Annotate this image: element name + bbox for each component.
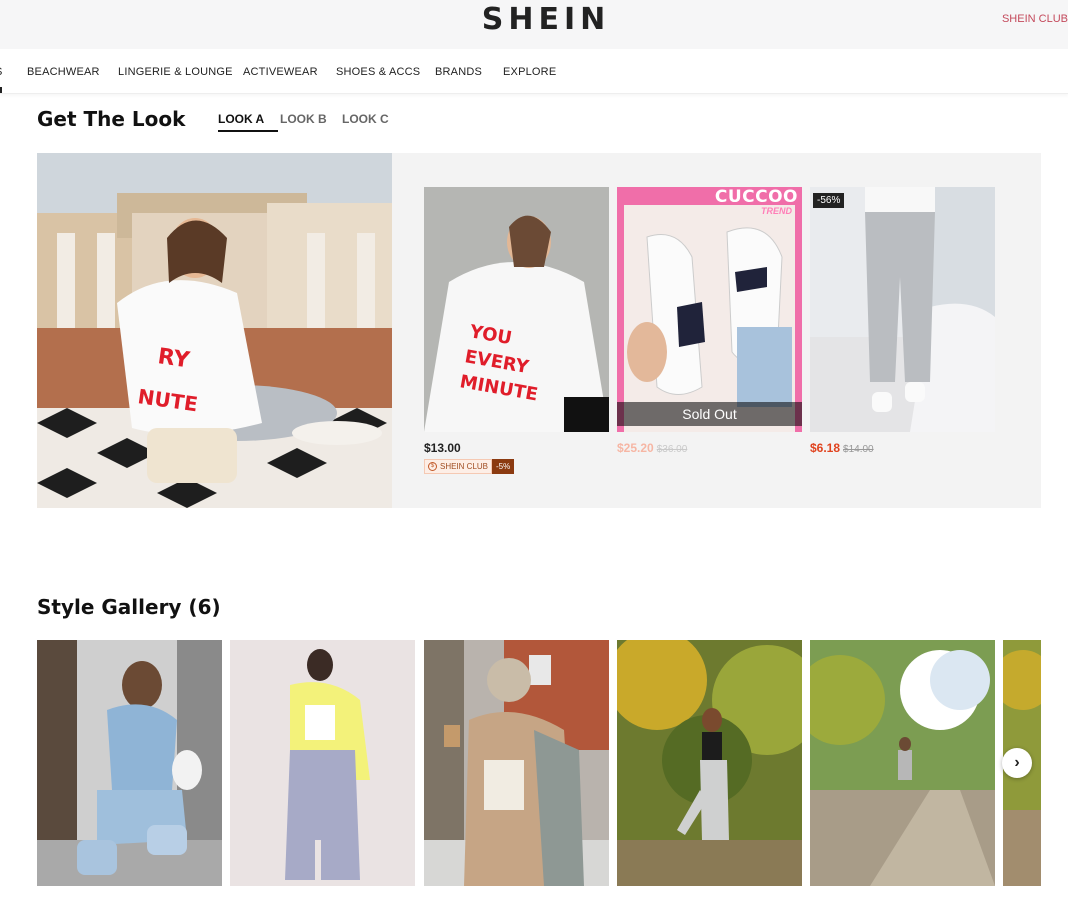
sale-price: $25.20 [617, 441, 654, 455]
sweatpants-photo [810, 187, 995, 432]
club-badge-label: SHEIN CLUB [440, 462, 489, 471]
brand-trend-label: TREND [761, 206, 792, 216]
shein-club-badge: $ SHEIN CLUB -5% [424, 459, 515, 474]
nav-item-shoes-accs[interactable]: SHOES & ACCS [336, 66, 420, 78]
tab-look-a[interactable]: LOOK A [218, 112, 278, 132]
gallery-image [424, 640, 609, 886]
gallery-image [230, 640, 415, 886]
gallery-photo-2[interactable] [230, 640, 415, 886]
style-gallery-title: Style Gallery (6) [37, 595, 221, 619]
svg-text:RY: RY [156, 344, 192, 373]
tab-look-b[interactable]: LOOK B [280, 112, 327, 130]
discount-badge: -56% [813, 193, 845, 208]
gallery-next-button[interactable]: › [1002, 748, 1032, 778]
nav-item-beachwear[interactable]: BEACHWEAR [27, 66, 100, 78]
original-price: $36.00 [656, 444, 688, 455]
club-badge-left: $ SHEIN CLUB [424, 459, 493, 474]
top-bar: SHEIN SHEIN CLUB [0, 0, 1068, 49]
brand-cuccoo-label: CUCCOO [714, 187, 798, 207]
gallery-photo-1[interactable] [37, 640, 222, 886]
look-hero-image[interactable]: RY NUTE [37, 153, 392, 508]
hero-photo: RY NUTE [37, 153, 392, 508]
product-price-sneakers: $25.20 $36.00 [617, 441, 687, 455]
product-price-hoodie: $13.00 [424, 441, 461, 455]
shein-club-link[interactable]: SHEIN CLUB [1002, 13, 1068, 25]
hoodie-photo: YOU EVERY MINUTE [424, 187, 609, 432]
gallery-photo-4[interactable] [617, 640, 802, 886]
club-discount: -5% [492, 459, 515, 474]
shein-logo[interactable]: SHEIN [0, 2, 1068, 37]
gallery-photo-3[interactable] [424, 640, 609, 886]
gallery-photo-5[interactable] [810, 640, 995, 886]
product-price-sweatpants: $6.18 $14.00 [810, 441, 874, 455]
sneakers-photo [617, 187, 802, 432]
gallery-image [617, 640, 802, 886]
tab-look-c[interactable]: LOOK C [342, 112, 389, 130]
nav-item-truncated[interactable]: S [0, 66, 2, 78]
gallery-image [37, 640, 222, 886]
category-nav: S BEACHWEAR LINGERIE & LOUNGE ACTIVEWEAR… [0, 49, 1068, 94]
sold-out-overlay: Sold Out [617, 402, 802, 426]
nav-item-lingerie-lounge[interactable]: LINGERIE & LOUNGE [118, 66, 233, 78]
club-icon: $ [428, 462, 437, 471]
get-the-look-title: Get The Look [37, 107, 186, 131]
nav-active-marker [0, 87, 2, 93]
nav-item-explore[interactable]: EXPLORE [503, 66, 556, 78]
gallery-image [810, 640, 995, 886]
original-price: $14.00 [843, 444, 874, 455]
nav-item-brands[interactable]: BRANDS [435, 66, 482, 78]
sale-price: $6.18 [810, 441, 841, 455]
product-image-sweatpants[interactable]: -56% [810, 187, 995, 432]
product-image-hoodie[interactable]: YOU EVERY MINUTE [424, 187, 609, 432]
nav-item-activewear[interactable]: ACTIVEWEAR [243, 66, 318, 78]
product-image-sneakers[interactable]: CUCCOO TREND Sold Out [617, 187, 802, 432]
